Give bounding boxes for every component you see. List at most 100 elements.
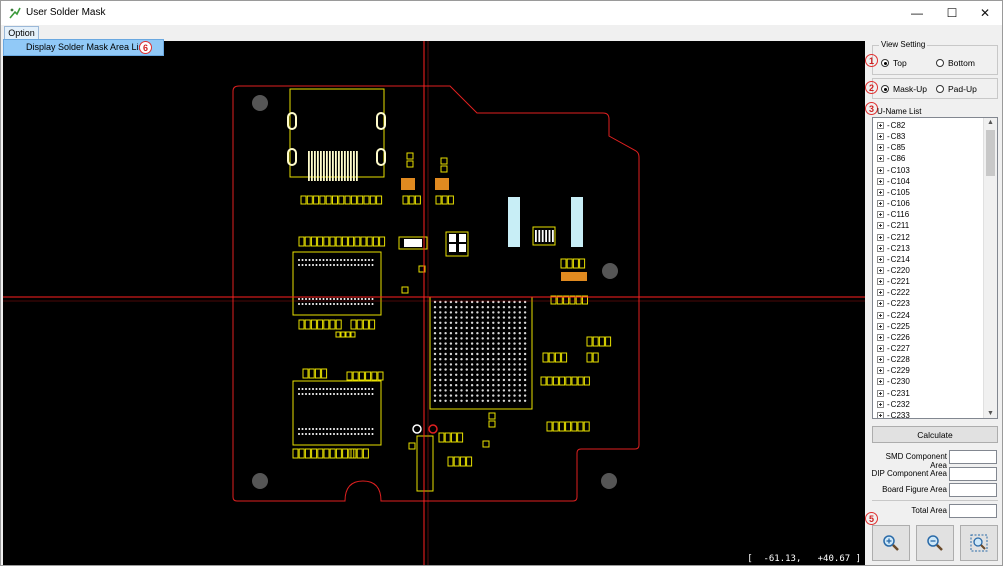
scroll-thumb[interactable]: [986, 130, 995, 176]
bga-ball: [486, 358, 490, 361]
pcb-canvas[interactable]: [ -61.13, +40.67 ]: [3, 41, 865, 565]
expand-icon[interactable]: [877, 211, 884, 219]
uname-list-item[interactable]: - C103: [877, 165, 910, 176]
expand-icon[interactable]: [877, 400, 884, 408]
display-solder-mask-area-list-item[interactable]: Display Solder Mask Area List: [26, 42, 146, 52]
expand-icon[interactable]: [877, 389, 884, 397]
radio-bottom-indicator[interactable]: [936, 59, 944, 67]
memory-ball: [368, 393, 370, 395]
uname-list-item[interactable]: - C106: [877, 198, 910, 209]
uname-list-item[interactable]: - C232: [877, 399, 910, 410]
uname-list-item[interactable]: - C116: [877, 209, 909, 220]
radio-top[interactable]: Top: [881, 58, 907, 68]
uname-list-item[interactable]: - C233: [877, 410, 910, 418]
radio-pad-up[interactable]: Pad-Up: [936, 84, 977, 94]
orange-component: [401, 178, 415, 190]
expand-icon[interactable]: [877, 345, 884, 352]
uname-list-item[interactable]: - C82: [877, 120, 905, 131]
uname-list-item[interactable]: - C227: [877, 343, 910, 354]
bga-ball: [465, 342, 468, 345]
expand-icon[interactable]: [877, 177, 884, 185]
bga-ball: [508, 378, 511, 382]
uname-list-item[interactable]: - C214: [877, 254, 910, 265]
expand-icon[interactable]: [877, 378, 884, 386]
memory-ball: [364, 433, 367, 435]
uname-list-item[interactable]: - C211: [877, 220, 909, 231]
radio-mask-up-indicator[interactable]: [881, 85, 889, 93]
uname-list-item[interactable]: - C226: [877, 332, 910, 343]
radio-top-indicator[interactable]: [881, 59, 889, 67]
memory-ball: [357, 264, 360, 266]
memory-ball: [343, 303, 346, 305]
scroll-up-icon[interactable]: ▲: [987, 119, 994, 126]
uname-list-item[interactable]: - C231: [877, 388, 910, 399]
expand-icon[interactable]: [877, 222, 884, 230]
radio-mask-up[interactable]: Mask-Up: [881, 84, 927, 94]
expand-icon[interactable]: [877, 166, 884, 174]
uname-list-item[interactable]: - C221: [877, 276, 910, 287]
uname-list-item[interactable]: - C86: [877, 153, 905, 164]
expand-icon[interactable]: [877, 289, 884, 297]
list-scrollbar[interactable]: ▲ ▼: [983, 118, 997, 418]
maximize-button[interactable]: ☐: [935, 1, 969, 25]
uname-list-item[interactable]: - C85: [877, 142, 905, 153]
small-pad: [406, 152, 414, 160]
pad: [335, 331, 341, 338]
expand-icon[interactable]: [877, 233, 884, 241]
uname-list[interactable]: - C82- C83- C85- C86- C103- C104- C105- C106- C11…: [872, 117, 998, 419]
expand-icon[interactable]: [877, 255, 884, 263]
bga-ball: [476, 378, 479, 382]
menu-option[interactable]: Option: [4, 26, 39, 40]
bga-ball: [449, 332, 453, 335]
expand-icon[interactable]: [877, 122, 884, 129]
bga-ball: [460, 352, 463, 356]
minimize-button[interactable]: —: [900, 1, 934, 25]
uname-list-item[interactable]: - C225: [877, 321, 910, 332]
expand-icon[interactable]: [877, 311, 884, 319]
expand-icon[interactable]: [877, 300, 884, 308]
bga-ball: [508, 347, 511, 350]
close-button[interactable]: ✕: [968, 1, 1002, 25]
scroll-down-icon[interactable]: ▼: [987, 410, 994, 417]
expand-icon[interactable]: [877, 367, 884, 375]
uname-list-item[interactable]: - C222: [877, 287, 910, 298]
bga-ball: [523, 342, 527, 345]
uname-list-item[interactable]: - C230: [877, 376, 910, 387]
zoom-fit-button[interactable]: [960, 525, 998, 561]
uname-list-item[interactable]: - C105: [877, 187, 910, 198]
expand-icon[interactable]: [877, 244, 884, 252]
expand-icon[interactable]: [877, 322, 884, 330]
zoom-out-button[interactable]: [916, 525, 954, 561]
expand-icon[interactable]: [877, 144, 884, 152]
uname-list-item[interactable]: - C212: [877, 232, 910, 243]
expand-icon[interactable]: [877, 155, 884, 163]
expand-icon[interactable]: [877, 133, 884, 141]
memory-ball: [347, 428, 349, 430]
expand-icon[interactable]: [877, 356, 884, 364]
uname-list-item[interactable]: - C223: [877, 298, 910, 309]
expand-icon[interactable]: [877, 333, 884, 341]
uname-list-item[interactable]: - C104: [877, 176, 910, 187]
uname-list-item[interactable]: - C228: [877, 354, 910, 365]
bga-ball: [465, 352, 468, 356]
orange-component: [435, 178, 449, 190]
zoom-in-button[interactable]: [872, 525, 910, 561]
pad: [338, 195, 345, 205]
bga-ball: [476, 306, 479, 309]
memory-ball: [350, 264, 353, 266]
calculate-button[interactable]: Calculate: [872, 426, 998, 443]
expand-icon[interactable]: [877, 278, 884, 286]
expand-icon[interactable]: [877, 200, 884, 208]
radio-bottom[interactable]: Bottom: [936, 58, 975, 68]
bga-ball: [492, 399, 495, 402]
radio-pad-up-indicator[interactable]: [936, 85, 944, 93]
bga-ball: [513, 378, 516, 382]
uname-list-item[interactable]: - C224: [877, 310, 910, 321]
uname-list-item[interactable]: - C229: [877, 365, 910, 376]
uname-list-item[interactable]: - C83: [877, 131, 905, 142]
uname-list-item[interactable]: - C220: [877, 265, 910, 276]
uname-list-item[interactable]: - C213: [877, 243, 910, 254]
expand-icon[interactable]: [877, 411, 884, 418]
expand-icon[interactable]: [877, 266, 884, 274]
expand-icon[interactable]: [877, 188, 884, 196]
